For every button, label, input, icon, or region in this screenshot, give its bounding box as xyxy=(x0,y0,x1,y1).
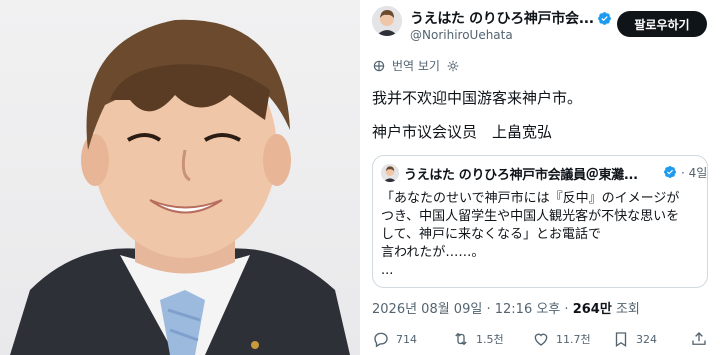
post-time: 12:16 오후 xyxy=(494,302,561,317)
meta-separator: · xyxy=(486,302,491,317)
quoted-line: して、神戸に来なくなる」とお電話で xyxy=(381,227,601,242)
avatar[interactable] xyxy=(372,6,402,36)
like-button[interactable]: 11.7천 xyxy=(532,330,591,348)
quoted-line: ... xyxy=(381,263,394,278)
bookmark-icon xyxy=(615,332,627,348)
follow-button[interactable]: 팔로우하기 xyxy=(617,11,707,37)
name-row: うえはた のりひろ神戸市会... xyxy=(410,8,612,28)
retweet-icon xyxy=(455,332,467,346)
reply-button[interactable]: 714 xyxy=(372,330,417,348)
translate-label: 번역 보기 xyxy=(392,59,440,73)
heart-icon xyxy=(534,333,548,346)
user-handle[interactable]: @NorihiroUehata xyxy=(410,28,513,42)
quoted-timestamp: · 4일 xyxy=(681,164,707,181)
tweet-text: 我并不欢迎中国游客来神户市。 xyxy=(372,89,583,107)
like-count: 11.7천 xyxy=(556,333,591,346)
translate-link[interactable]: 번역 보기 xyxy=(372,57,460,74)
quoted-avatar xyxy=(381,164,399,182)
quoted-line: 言われたが……。 xyxy=(381,245,485,260)
share-icon xyxy=(692,332,706,345)
quoted-text: 「あなたのせいで神戸市には『反中』のイメージが つき、中国人留学生や中国人観光客… xyxy=(381,190,703,280)
tweet-header: うえはた のりひろ神戸市会... @NorihiroUehata 팔로우하기 xyxy=(360,0,720,50)
portrait-illustration xyxy=(10,19,350,355)
share-button[interactable] xyxy=(690,330,708,348)
view-count: 264만 xyxy=(572,302,612,317)
gear-icon[interactable] xyxy=(446,59,460,73)
profile-photo xyxy=(0,0,360,355)
reply-icon xyxy=(374,332,388,348)
display-name[interactable]: うえはた のりひろ神戸市会... xyxy=(410,8,594,28)
reply-count: 714 xyxy=(396,332,417,346)
quoted-verified-badge-icon xyxy=(664,166,676,178)
bookmark-button[interactable]: 324 xyxy=(612,330,657,348)
retweet-count: 1.5천 xyxy=(476,333,504,346)
quoted-tweet[interactable]: うえはた のりひろ神戸市会議員＠東灘... · 4일 「あなたのせいで神戸市には… xyxy=(372,155,708,288)
tweet-card: うえはた のりひろ神戸市会... @NorihiroUehata 팔로우하기 번… xyxy=(360,0,720,355)
retweet-button[interactable]: 1.5천 xyxy=(452,330,504,348)
quoted-time: 4일 xyxy=(688,166,708,180)
meta-separator: · xyxy=(564,302,569,317)
quoted-display-name: うえはた のりひろ神戸市会議員＠東灘... xyxy=(404,168,638,183)
tweet-signature: 神户市议会议员 上畠宽弘 xyxy=(372,123,553,141)
view-label: 조회 xyxy=(615,302,640,317)
action-bar: 714 1.5천 11.7천 324 xyxy=(360,328,720,354)
quoted-line: つき、中国人留学生や中国人観光客が不快な思いを xyxy=(381,209,680,224)
verified-badge-icon xyxy=(597,11,611,25)
translate-icon xyxy=(373,60,385,71)
quoted-separator: · xyxy=(681,166,685,180)
tweet-meta: 2026년 08월 09일 · 12:16 오후 · 264만 조회 xyxy=(372,298,640,317)
bookmark-count: 324 xyxy=(636,332,657,346)
post-date: 2026년 08월 09일 xyxy=(372,302,483,317)
quoted-line: 「あなたのせいで神戸市には『反中』のイメージが xyxy=(381,191,680,206)
